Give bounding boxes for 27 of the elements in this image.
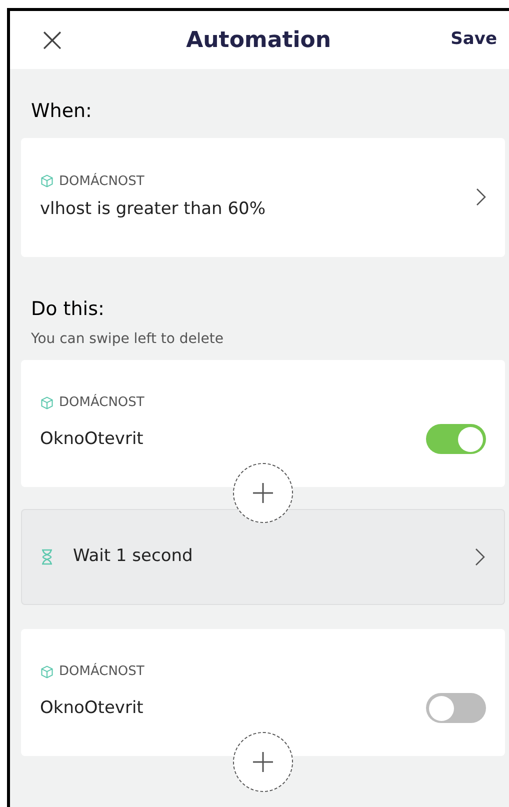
hourglass-icon	[41, 549, 53, 565]
plus-icon	[252, 751, 274, 773]
category-label: DOMÁCNOST	[59, 662, 144, 681]
cube-icon	[40, 664, 54, 678]
chevron-right-icon	[476, 188, 486, 206]
category-label: DOMÁCNOST	[59, 393, 144, 412]
section-heading: When:	[30, 99, 93, 124]
toggle-switch[interactable]	[426, 424, 486, 454]
screen-title: Automation	[186, 26, 332, 54]
action-card[interactable]: DOMÁCNOST OknoOtevrit	[21, 629, 505, 756]
category-label: DOMÁCNOST	[59, 172, 144, 190]
device-name: OknoOtevrit	[40, 696, 144, 720]
trigger-text: vlhost is greater than 60%	[40, 198, 266, 221]
close-button[interactable]: ×	[38, 23, 66, 57]
trigger-card[interactable]: DOMÁCNOST vlhost is greater than 60%	[21, 138, 505, 256]
wait-card[interactable]: Wait 1 second	[21, 509, 505, 605]
wait-text: Wait 1 second	[73, 545, 193, 568]
hint-text: You can swipe left to delete	[30, 330, 224, 349]
cube-icon	[40, 396, 54, 410]
save-button[interactable]: Save	[450, 27, 497, 53]
section-heading: Do this:	[30, 296, 106, 322]
action-card[interactable]: DOMÁCNOST OknoOtevrit	[21, 360, 505, 487]
device-name: OknoOtevrit	[40, 428, 144, 450]
plus-icon	[252, 482, 274, 504]
cube-icon	[40, 174, 54, 188]
toggle-switch[interactable]	[426, 693, 486, 724]
chevron-right-icon	[475, 548, 485, 566]
